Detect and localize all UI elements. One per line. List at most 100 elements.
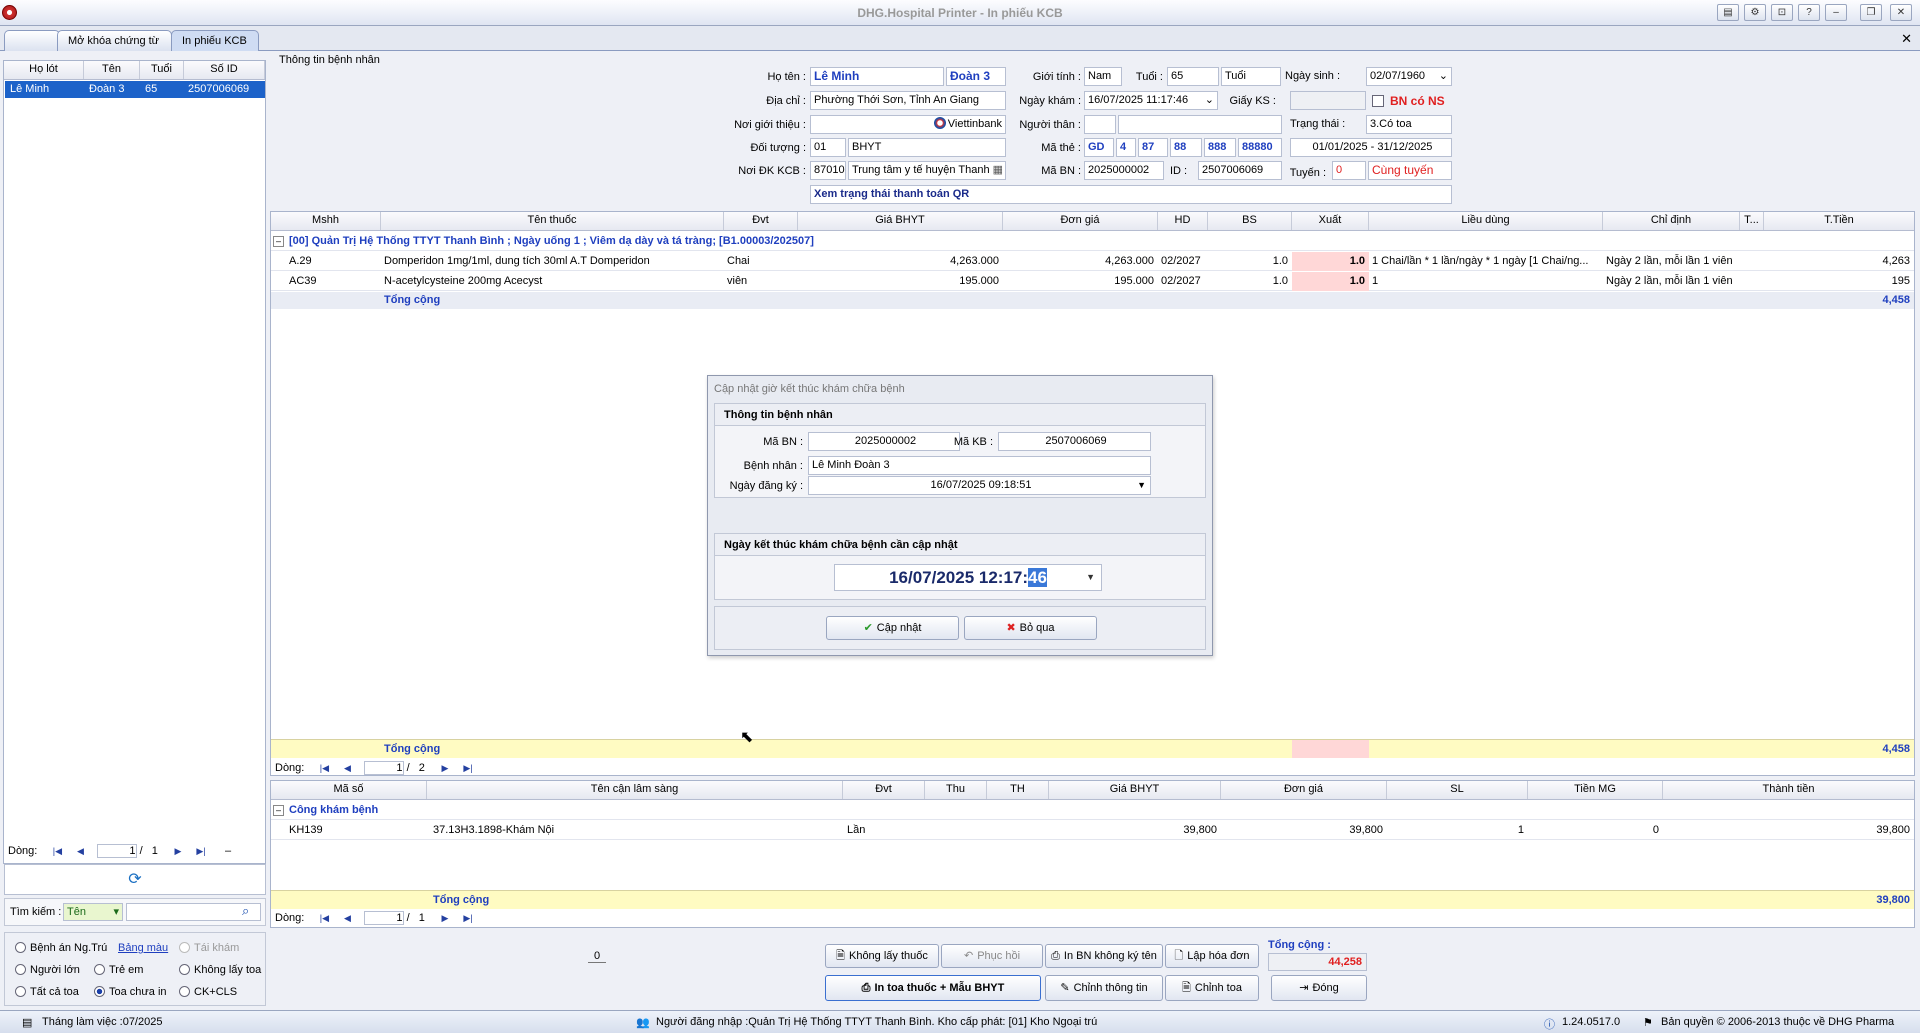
- in-toa-thuoc-button[interactable]: ⎙ In toa thuốc + Mẫu BHYT: [825, 975, 1041, 1001]
- ma-the-6[interactable]: 88880: [1238, 138, 1282, 157]
- ma-the-3[interactable]: 87: [1138, 138, 1168, 157]
- search-field-select[interactable]: Tên ▾: [63, 903, 123, 921]
- prev-page-icon[interactable]: ◀: [340, 912, 354, 924]
- gioi-tinh-input[interactable]: Nam: [1084, 67, 1122, 86]
- col-t-tien[interactable]: T.Tiền: [1764, 212, 1914, 230]
- noi-dk-input[interactable]: Trung tâm y tế huyện Thanh ▦: [848, 161, 1006, 180]
- end-time-input[interactable]: 16/07/2025 12:17:46 ▼: [834, 564, 1102, 591]
- col-ma-so[interactable]: Mã số: [271, 781, 427, 799]
- first-page-icon[interactable]: |◀: [317, 912, 331, 924]
- col-tuoi[interactable]: Tuổi: [140, 61, 184, 79]
- chinh-toa-button[interactable]: 🗎 Chỉnh toa: [1165, 975, 1259, 1001]
- window-tool-icon[interactable]: ▤: [1717, 4, 1739, 21]
- col-mshh[interactable]: Mshh: [271, 212, 381, 230]
- refresh-icon[interactable]: ⟳: [4, 864, 266, 895]
- patient-row[interactable]: Lê Minh Đoàn 3 65 2507006069: [5, 81, 265, 98]
- trang-thai-input[interactable]: 3.Có toa: [1366, 115, 1452, 134]
- doi-tuong-input[interactable]: BHYT: [848, 138, 1006, 157]
- page-input[interactable]: 1: [363, 761, 404, 775]
- in-bn-khong-ky-button[interactable]: ⎙ In BN không ký tên: [1045, 944, 1163, 968]
- list-icon[interactable]: ▦: [993, 162, 1003, 179]
- col-dvt[interactable]: Đvt: [724, 212, 798, 230]
- filter-khong-lay-toa[interactable]: Không lấy toa: [179, 964, 261, 976]
- col-cls-gia-bhyt[interactable]: Giá BHYT: [1049, 781, 1221, 799]
- noi-gioi-thieu-input[interactable]: Viettinbank: [810, 115, 1006, 134]
- lap-hoa-don-button[interactable]: 🗋 Lập hóa đơn: [1165, 944, 1259, 968]
- table-row[interactable]: A.29 Domperidon 1mg/1ml, dung tích 30ml …: [271, 252, 1914, 271]
- first-page-icon[interactable]: |◀: [317, 762, 331, 774]
- nguoi-than-input-1[interactable]: [1084, 115, 1116, 134]
- drug-xuat[interactable]: 1.0: [1292, 272, 1369, 291]
- khong-lay-thuoc-button[interactable]: 🗎 Không lấy thuốc: [825, 944, 939, 968]
- ma-the-5[interactable]: 888: [1204, 138, 1236, 157]
- noi-dk-code[interactable]: 87010: [810, 161, 846, 180]
- page-input[interactable]: 1: [96, 844, 137, 858]
- filter-toa-chua-in[interactable]: Toa chưa in: [94, 986, 167, 998]
- col-th[interactable]: TH: [987, 781, 1049, 799]
- giay-ks-input[interactable]: [1290, 91, 1366, 110]
- dong-button[interactable]: ⇥ Đóng: [1271, 975, 1367, 1001]
- drug-group-row[interactable]: – [00] Quản Trị Hệ Thống TTYT Thanh Bình…: [271, 232, 1914, 251]
- close-tab-icon[interactable]: ✕: [1901, 31, 1912, 47]
- col-chi-dinh[interactable]: Chỉ định: [1603, 212, 1740, 230]
- col-thanh-tien[interactable]: Thành tiền: [1663, 781, 1914, 799]
- collapse-icon[interactable]: –: [273, 236, 284, 247]
- col-ten-thuoc[interactable]: Tên thuốc: [381, 212, 724, 230]
- pin-icon[interactable]: ⊡: [1771, 4, 1793, 21]
- bn-co-ns-checkbox[interactable]: [1372, 95, 1384, 107]
- col-cls-don-gia[interactable]: Đơn giá: [1221, 781, 1387, 799]
- search-icon[interactable]: ⌕: [242, 903, 249, 919]
- close-window-button[interactable]: ✕: [1890, 4, 1912, 21]
- table-row[interactable]: AC39 N-acetylcysteine 200mg Acecyst viên…: [271, 272, 1914, 291]
- col-so-id[interactable]: Số ID: [184, 61, 265, 79]
- collapse-icon[interactable]: –: [273, 805, 284, 816]
- col-sl[interactable]: SL: [1387, 781, 1528, 799]
- filter-benh-an[interactable]: Bệnh án Ng.Trú: [15, 942, 107, 954]
- col-tien-mg[interactable]: Tiền MG: [1528, 781, 1663, 799]
- ma-the-1[interactable]: GD: [1084, 138, 1114, 157]
- tab-unlock-documents[interactable]: Mở khóa chứng từ: [57, 30, 172, 51]
- table-row[interactable]: KH139 37.13H3.1898-Khám Nội Lần 39,800 3…: [271, 821, 1914, 840]
- tab-blank[interactable]: [4, 30, 60, 51]
- col-xuat[interactable]: Xuất: [1292, 212, 1369, 230]
- dialog-ngay-dk-input[interactable]: 16/07/2025 09:18:51 ▼: [808, 476, 1151, 495]
- col-don-gia[interactable]: Đơn giá: [1003, 212, 1158, 230]
- next-page-icon[interactable]: ▶: [171, 845, 185, 857]
- nguoi-than-input-2[interactable]: [1118, 115, 1282, 134]
- dialog-ma-kb-input[interactable]: 2507006069: [998, 432, 1151, 451]
- phuc-hoi-button[interactable]: ↶ Phục hồi: [941, 944, 1043, 968]
- last-page-icon[interactable]: ▶|: [461, 762, 475, 774]
- drug-xuat[interactable]: 1.0: [1292, 252, 1369, 271]
- col-lieu-dung[interactable]: Liều dùng: [1369, 212, 1603, 230]
- tuoi-input[interactable]: 65: [1167, 67, 1219, 86]
- tuyen-input[interactable]: Cùng tuyến: [1368, 161, 1452, 180]
- minimize-button[interactable]: –: [1825, 4, 1847, 21]
- col-ten[interactable]: Tên: [84, 61, 140, 79]
- col-ho-lot[interactable]: Họ lót: [4, 61, 84, 79]
- page-input[interactable]: 1: [363, 911, 404, 925]
- col-bs[interactable]: BS: [1208, 212, 1292, 230]
- cls-group-row[interactable]: – Công khám bệnh: [271, 801, 1914, 820]
- chinh-thong-tin-button[interactable]: ✎ Chỉnh thông tin: [1045, 975, 1163, 1001]
- filter-ck-cls[interactable]: CK+CLS: [179, 986, 237, 998]
- filter-nguoi-lon[interactable]: Người lớn: [15, 964, 80, 976]
- settings-icon[interactable]: ⚙: [1744, 4, 1766, 21]
- ho-input[interactable]: Lê Minh: [810, 67, 944, 86]
- last-page-icon[interactable]: ▶|: [461, 912, 475, 924]
- dialog-benh-nhan-input[interactable]: Lê Minh Đoàn 3: [808, 456, 1151, 475]
- ngay-sinh-input[interactable]: 02/07/1960 ⌄: [1366, 67, 1452, 86]
- ma-the-4[interactable]: 88: [1170, 138, 1202, 157]
- next-page-icon[interactable]: ▶: [438, 762, 452, 774]
- prev-page-icon[interactable]: ◀: [340, 762, 354, 774]
- han-the-input[interactable]: 01/01/2025 - 31/12/2025: [1290, 138, 1452, 157]
- col-ten-cls[interactable]: Tên cận lâm sàng: [427, 781, 843, 799]
- last-page-icon[interactable]: ▶|: [194, 845, 208, 857]
- search-input[interactable]: [126, 903, 261, 921]
- cap-nhat-button[interactable]: ✔ Cập nhật: [826, 616, 959, 640]
- qr-status-link[interactable]: Xem trạng thái thanh toán QR: [810, 185, 1452, 204]
- ma-bn-input[interactable]: 2025000002: [1084, 161, 1164, 180]
- help-icon[interactable]: ?: [1798, 4, 1820, 21]
- col-hd[interactable]: HD: [1158, 212, 1208, 230]
- prev-page-icon[interactable]: ◀: [73, 845, 87, 857]
- tuyen-code[interactable]: 0: [1332, 161, 1366, 180]
